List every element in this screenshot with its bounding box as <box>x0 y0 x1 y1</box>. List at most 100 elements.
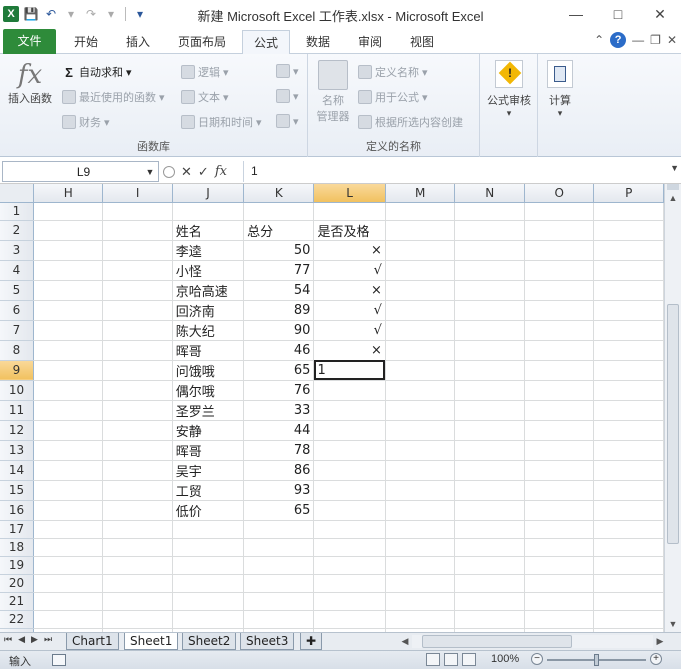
row-header[interactable]: 19 <box>0 556 34 575</box>
column-header[interactable]: K <box>243 184 315 203</box>
customize-qat-icon[interactable]: ▾ <box>132 7 148 21</box>
cell-h19[interactable] <box>33 556 104 575</box>
cell-o15[interactable] <box>524 480 595 501</box>
minimize-icon[interactable]: — <box>555 0 597 28</box>
sheet-tab-sheet3[interactable]: Sheet3 <box>240 633 295 650</box>
select-all-corner[interactable] <box>0 184 34 203</box>
cell-n3[interactable] <box>454 240 525 261</box>
cell-o6[interactable] <box>524 300 595 321</box>
datetime-button[interactable]: 日期和时间 ▾ <box>181 114 262 130</box>
cell-i4[interactable] <box>102 260 173 281</box>
horizontal-scroll-thumb[interactable] <box>422 635 572 648</box>
cell-j14[interactable]: 吴宇 <box>172 460 245 481</box>
cell-m10[interactable] <box>385 380 456 401</box>
cell-h16[interactable] <box>33 500 104 521</box>
close-icon[interactable]: ✕ <box>639 0 681 28</box>
cell-h18[interactable] <box>33 538 104 557</box>
cell-p14[interactable] <box>593 460 664 481</box>
cell-j12[interactable]: 安静 <box>172 420 245 441</box>
cell-p12[interactable] <box>593 420 664 441</box>
cell-l13[interactable] <box>313 440 386 461</box>
cell-k20[interactable] <box>243 574 315 593</box>
cell-p4[interactable] <box>593 260 664 281</box>
cell-j21[interactable] <box>172 592 245 611</box>
row-header[interactable]: 11 <box>0 400 34 421</box>
cell-n8[interactable] <box>454 340 525 361</box>
cell-h7[interactable] <box>33 320 104 341</box>
row-header[interactable]: 20 <box>0 574 34 593</box>
cell-n17[interactable] <box>454 520 525 539</box>
cancel-icon[interactable]: ✕ <box>181 164 192 180</box>
sheet-tab-sheet2[interactable]: Sheet2 <box>182 633 237 650</box>
cell-o4[interactable] <box>524 260 595 281</box>
cell-o5[interactable] <box>524 280 595 301</box>
row-header[interactable]: 13 <box>0 440 34 461</box>
cell-j17[interactable] <box>172 520 245 539</box>
scroll-up-icon[interactable]: ▲ <box>665 190 681 206</box>
column-header-selected[interactable]: L <box>313 184 386 203</box>
cell-h9[interactable] <box>33 360 104 381</box>
cell-m20[interactable] <box>385 574 456 593</box>
row-header[interactable]: 21 <box>0 592 34 611</box>
tab-formulas[interactable]: 公式 <box>242 30 290 55</box>
cell-j22[interactable] <box>172 610 245 629</box>
cell-h5[interactable] <box>33 280 104 301</box>
sheet-tab-chart1[interactable]: Chart1 <box>66 633 119 650</box>
row-header[interactable]: 1 <box>0 202 34 221</box>
cell-i10[interactable] <box>102 380 173 401</box>
cell-p21[interactable] <box>593 592 664 611</box>
cell-i20[interactable] <box>102 574 173 593</box>
column-header[interactable]: N <box>454 184 525 203</box>
cell-n2[interactable] <box>454 220 525 241</box>
cell-j5[interactable]: 京哈高速 <box>172 280 245 301</box>
cell-i12[interactable] <box>102 420 173 441</box>
cell-o17[interactable] <box>524 520 595 539</box>
cell-i3[interactable] <box>102 240 173 261</box>
cell-h11[interactable] <box>33 400 104 421</box>
cell-o18[interactable] <box>524 538 595 557</box>
cell-n5[interactable] <box>454 280 525 301</box>
cell-m18[interactable] <box>385 538 456 557</box>
cell-k11[interactable]: 33 <box>243 400 315 421</box>
cell-o22[interactable] <box>524 610 595 629</box>
cell-i5[interactable] <box>102 280 173 301</box>
cell-l21[interactable] <box>313 592 386 611</box>
page-break-view-icon[interactable] <box>462 653 476 666</box>
cell-o12[interactable] <box>524 420 595 441</box>
cell-o11[interactable] <box>524 400 595 421</box>
cell-p19[interactable] <box>593 556 664 575</box>
cell-o20[interactable] <box>524 574 595 593</box>
zoom-slider-thumb[interactable] <box>594 654 599 666</box>
financial-button[interactable]: 财务 ▾ <box>62 114 110 130</box>
cell-k4[interactable]: 77 <box>243 260 315 281</box>
cell-l9[interactable]: 1 <box>313 360 386 381</box>
cell-l17[interactable] <box>313 520 386 539</box>
cell-k6[interactable]: 89 <box>243 300 315 321</box>
cell-m2[interactable] <box>385 220 456 241</box>
cell-k21[interactable] <box>243 592 315 611</box>
cell-n1[interactable] <box>454 202 525 221</box>
cell-h20[interactable] <box>33 574 104 593</box>
logical-button[interactable]: 逻辑 ▾ <box>181 64 229 80</box>
prev-sheet-icon[interactable]: ◀ <box>18 634 25 645</box>
cell-i13[interactable] <box>102 440 173 461</box>
cell-o3[interactable] <box>524 240 595 261</box>
redo-icon[interactable]: ↷ <box>83 7 99 21</box>
save-icon[interactable]: 💾 <box>23 7 39 21</box>
cell-h2[interactable] <box>33 220 104 241</box>
cell-i18[interactable] <box>102 538 173 557</box>
horizontal-scroll-track[interactable] <box>412 635 653 648</box>
cell-h4[interactable] <box>33 260 104 281</box>
cell-j18[interactable] <box>172 538 245 557</box>
cell-i16[interactable] <box>102 500 173 521</box>
cell-n4[interactable] <box>454 260 525 281</box>
name-manager-button[interactable]: 名称 管理器 <box>312 60 354 124</box>
cell-m5[interactable] <box>385 280 456 301</box>
cell-m4[interactable] <box>385 260 456 281</box>
cell-l14[interactable] <box>313 460 386 481</box>
cell-o1[interactable] <box>524 202 595 221</box>
vertical-scroll-thumb[interactable] <box>667 304 679 544</box>
column-header[interactable]: M <box>385 184 456 203</box>
macro-record-icon[interactable] <box>52 654 66 666</box>
next-sheet-icon[interactable]: ▶ <box>31 634 38 645</box>
